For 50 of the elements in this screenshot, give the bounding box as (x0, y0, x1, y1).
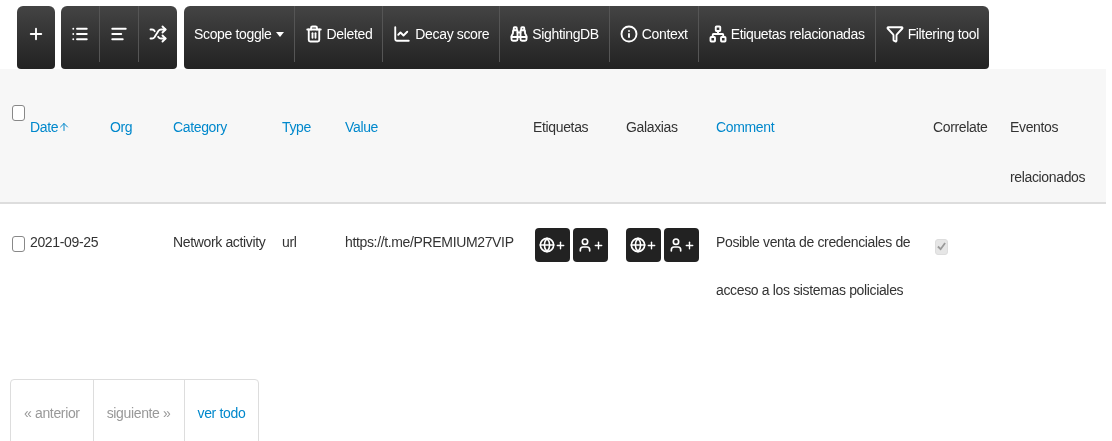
list-icon (71, 25, 89, 43)
add-globe-tag-button[interactable] (535, 228, 570, 262)
column-header-link[interactable]: Org (110, 102, 133, 152)
shuffle-icon (149, 25, 167, 43)
toolbar-button[interactable]: Deleted (294, 6, 384, 62)
toolbar-button[interactable]: Etiquetas relacionadas (698, 6, 876, 62)
table-cell: Network activity (173, 234, 266, 250)
plus-icon (593, 239, 604, 251)
column-header-link[interactable]: Comment (716, 102, 775, 152)
toolbar-button[interactable]: Context (609, 6, 699, 62)
column-header-link[interactable]: Date (30, 102, 59, 152)
toolbar-button[interactable]: Scope toggle (184, 6, 295, 62)
pagination-link[interactable]: ver todo (183, 379, 259, 441)
binoculars-icon (510, 25, 529, 43)
check-icon (937, 242, 946, 251)
column-header-link[interactable]: Value (345, 102, 379, 152)
add-user-tag-button[interactable] (573, 228, 608, 262)
align-left-icon (110, 25, 128, 43)
network-icon (708, 25, 727, 43)
table-cell: url (282, 234, 297, 250)
add-user-tag-button[interactable] (664, 228, 699, 262)
caret-icon (275, 31, 284, 37)
column-header: Etiquetas (533, 118, 589, 137)
globe-icon (630, 237, 646, 253)
user-icon (577, 237, 593, 253)
plus-icon (646, 239, 657, 251)
column-header-link[interactable]: Type (282, 102, 311, 152)
plus-icon (684, 239, 695, 251)
table-cell: 2021-09-25 (30, 234, 99, 250)
table-cell-text: Posible venta de credenciales de acceso a los sistemas policiales (716, 233, 912, 300)
column-header: Galaxias (626, 118, 678, 137)
globe-icon (539, 237, 555, 253)
toolbar-button[interactable]: Decay score (383, 6, 501, 62)
column-header: Eventos relacionados (1010, 118, 1087, 187)
plus-icon (555, 239, 566, 251)
checkbox[interactable] (12, 105, 25, 121)
checkbox[interactable] (12, 236, 25, 252)
table-cell: https://t.me/PREMIUM27VIP (345, 234, 514, 250)
line-chart-icon (393, 25, 412, 43)
trash-icon (304, 25, 323, 43)
toolbar-button[interactable]: Filtering tool (875, 6, 989, 62)
column-header-link[interactable]: Category (173, 102, 227, 152)
user-icon (668, 237, 684, 253)
add-globe-tag-button[interactable] (626, 228, 661, 262)
plus-icon (27, 25, 45, 43)
info-icon (619, 25, 638, 43)
filter-icon (885, 25, 904, 43)
toolbar-button[interactable]: SightingDB (500, 6, 610, 62)
sort-icon (58, 121, 71, 133)
column-header: Correlate (933, 118, 988, 137)
